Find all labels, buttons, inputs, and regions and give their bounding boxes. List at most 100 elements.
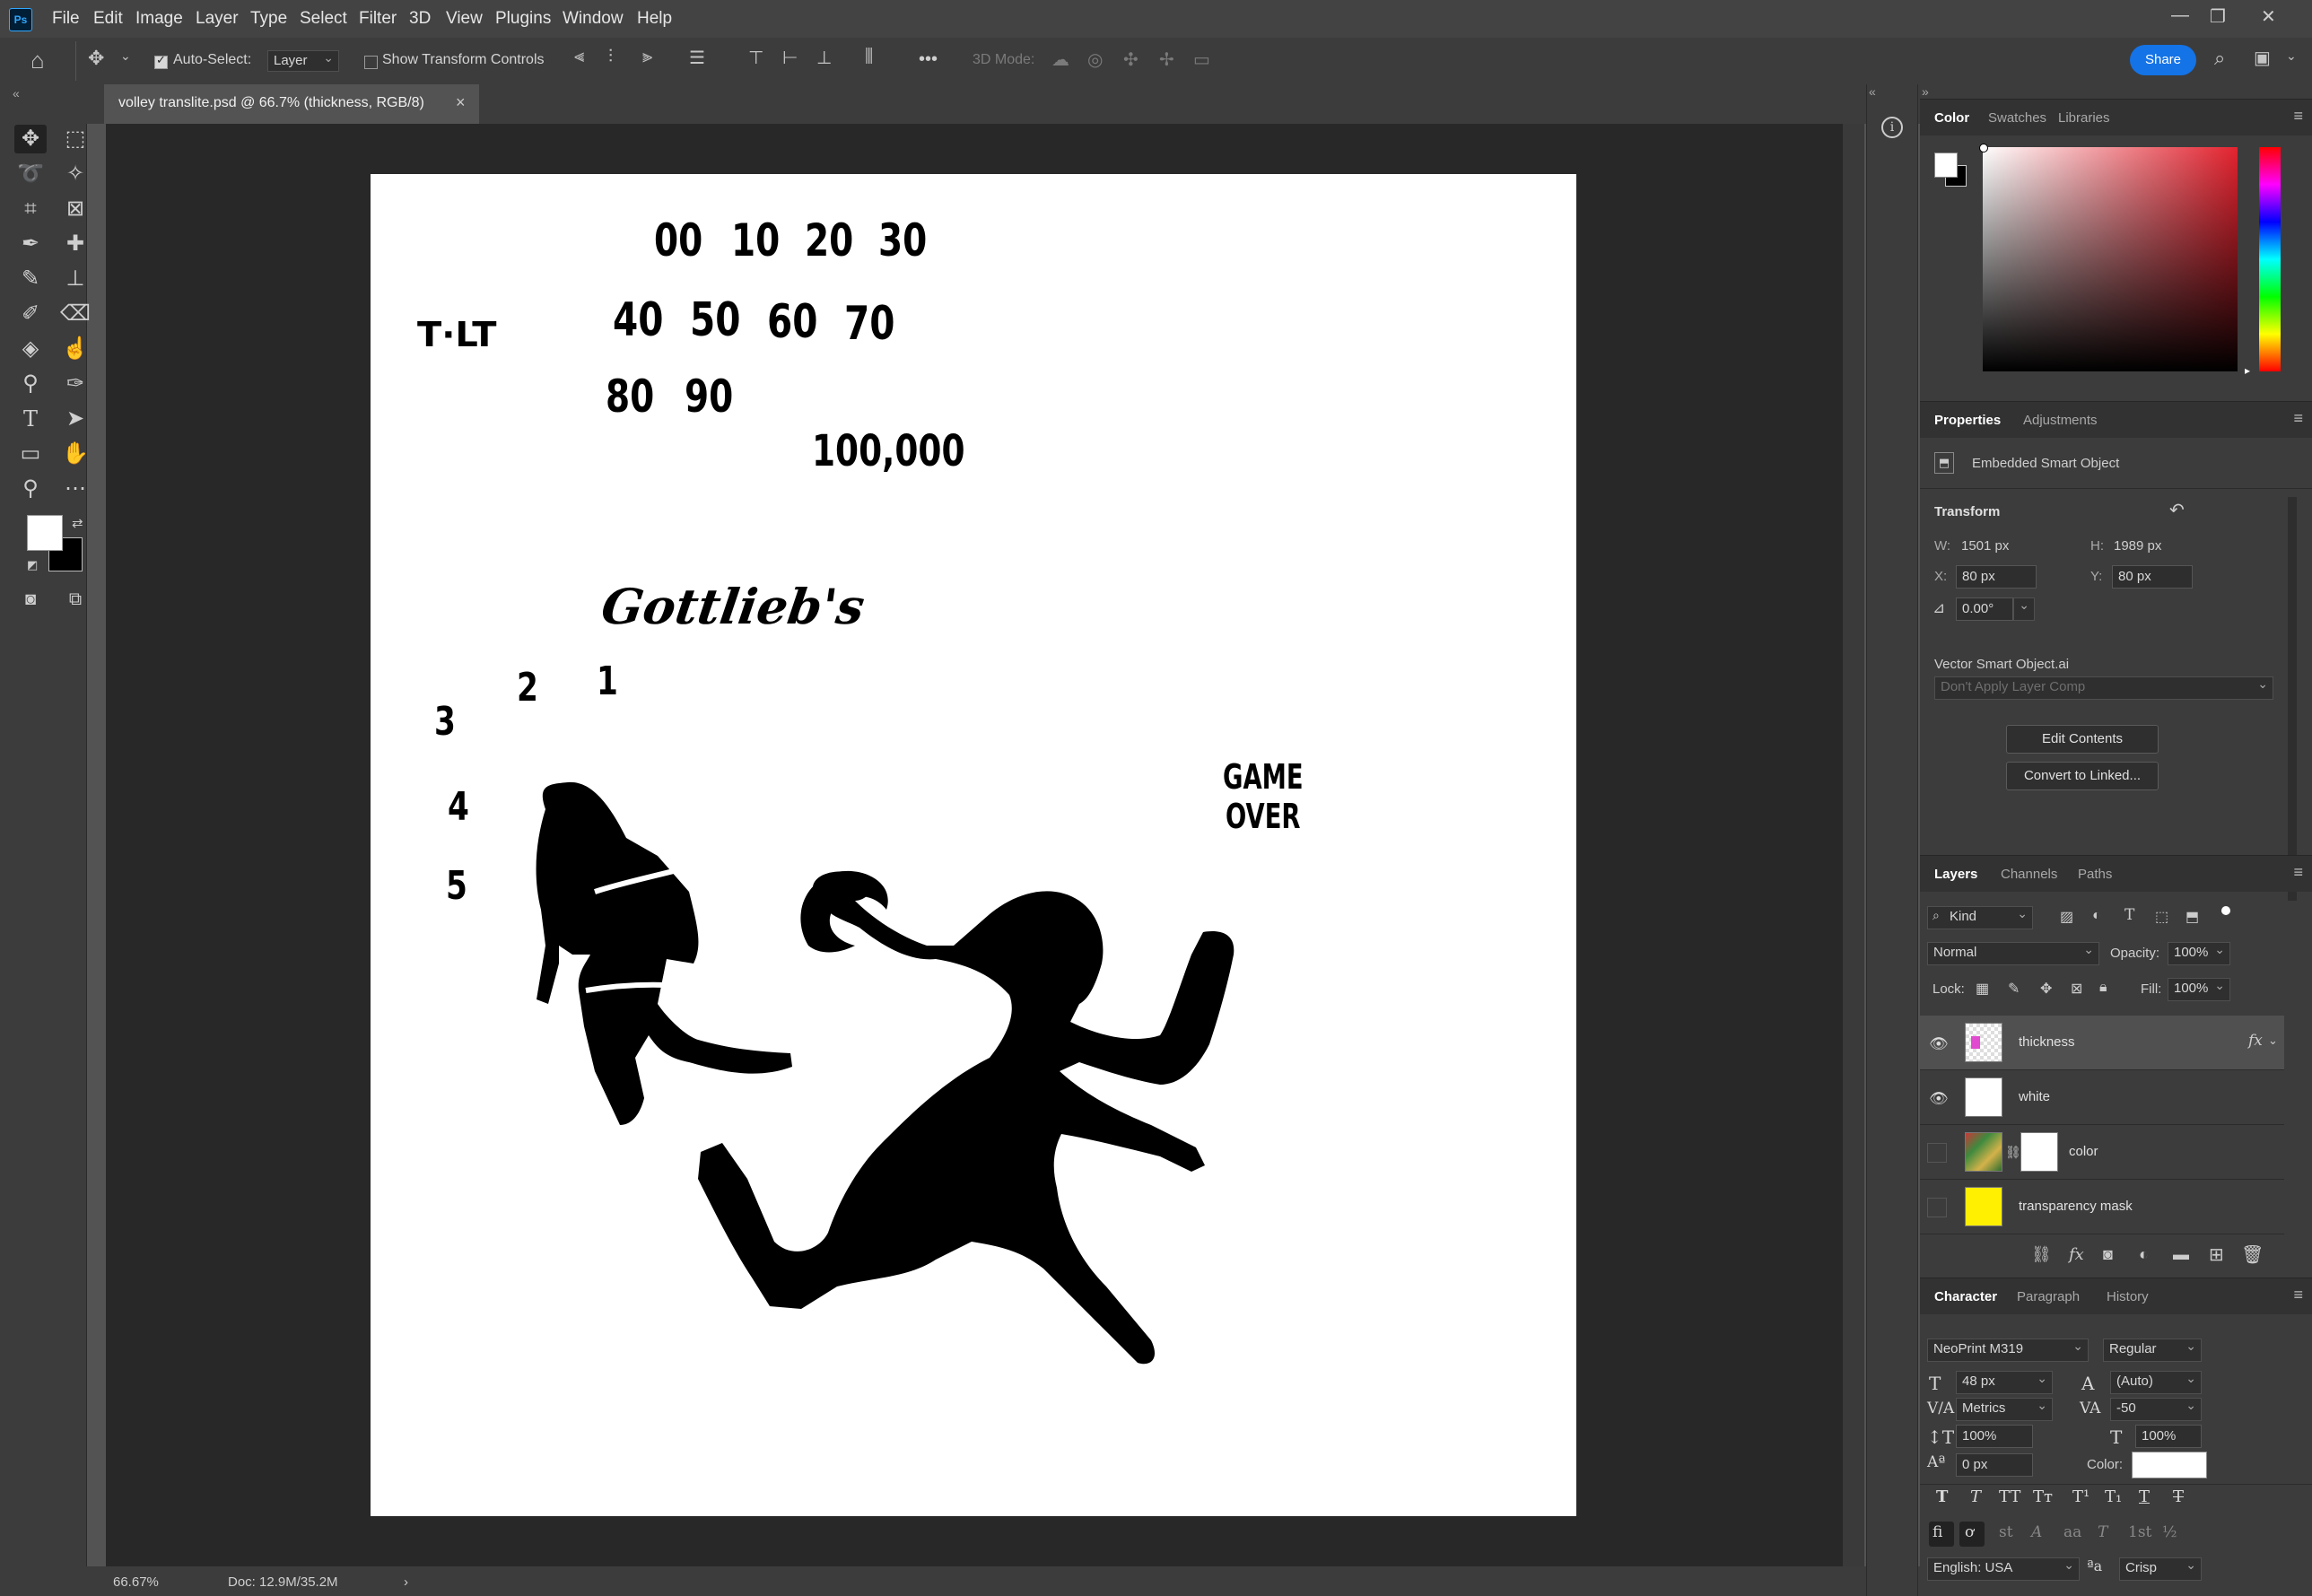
- layers-panel-menu-icon[interactable]: ≡: [2293, 863, 2303, 882]
- kerning-dropdown[interactable]: Metrics: [1956, 1395, 2053, 1421]
- collapse-panels-icon[interactable]: »: [1922, 84, 1929, 99]
- zoom-tool[interactable]: ⚲: [14, 475, 47, 503]
- rectangle-tool[interactable]: ▭: [14, 440, 47, 468]
- delete-layer-icon[interactable]: 🗑︎: [2241, 1243, 2264, 1266]
- tab-swatches[interactable]: Swatches: [1988, 110, 2046, 126]
- tab-channels[interactable]: Channels: [2001, 867, 2057, 882]
- menu-file[interactable]: File: [52, 9, 80, 29]
- chevron-down-icon[interactable]: ⌄: [120, 48, 131, 64]
- auto-select-target-dropdown[interactable]: Layer: [267, 48, 339, 72]
- strikethrough-button[interactable]: T: [2173, 1487, 2184, 1506]
- font-family-dropdown[interactable]: NeoPrint M319: [1927, 1336, 2089, 1362]
- layer-row[interactable]: 👁︎ thickness fx ⌄: [1920, 1016, 2284, 1070]
- visibility-toggle-off[interactable]: [1927, 1143, 1947, 1163]
- visibility-eye-icon[interactable]: 👁︎: [1929, 1090, 1949, 1108]
- layer-name[interactable]: thickness: [2019, 1034, 2075, 1050]
- default-colors-icon[interactable]: ◩: [27, 558, 38, 572]
- adjustment-layer-icon[interactable]: ◐: [2139, 1245, 2149, 1264]
- layer-name[interactable]: color: [2069, 1144, 2098, 1159]
- menu-layer[interactable]: Layer: [196, 9, 239, 29]
- small-caps-button[interactable]: Tт: [2033, 1487, 2053, 1506]
- magic-wand-tool[interactable]: ✧: [59, 160, 92, 188]
- expand-effects-icon[interactable]: ⌄: [2268, 1033, 2278, 1048]
- swap-colors-icon[interactable]: ⇄: [72, 515, 83, 531]
- layer-effects-icon[interactable]: fx: [2248, 1032, 2263, 1050]
- status-arrow-icon[interactable]: ›: [404, 1574, 408, 1590]
- new-group-icon[interactable]: ▬: [2173, 1245, 2189, 1264]
- all-caps-button[interactable]: TT: [1999, 1487, 2020, 1506]
- lock-pixels-icon[interactable]: ✎: [2008, 980, 2020, 998]
- collapse-toolbar-icon[interactable]: «: [13, 86, 20, 100]
- edit-toolbar-icon[interactable]: ⋯: [59, 475, 92, 503]
- visibility-toggle-off[interactable]: [1927, 1198, 1947, 1217]
- old-style-button[interactable]: ơ: [1965, 1523, 1974, 1541]
- eraser-tool[interactable]: ⌫: [59, 300, 92, 328]
- layer-row[interactable]: transparency mask: [1920, 1180, 2284, 1234]
- faux-italic-button[interactable]: T: [1970, 1487, 1981, 1506]
- hue-slider-handle[interactable]: ▸: [2245, 364, 2250, 377]
- frame-tool[interactable]: ⊠: [59, 195, 92, 223]
- add-mask-icon[interactable]: ◙: [2103, 1245, 2113, 1264]
- tab-paths[interactable]: Paths: [2078, 867, 2112, 882]
- y-input[interactable]: 80 px: [2112, 565, 2193, 589]
- layer-row[interactable]: ⛓︎ color: [1920, 1125, 2284, 1180]
- tab-properties[interactable]: Properties: [1934, 413, 2001, 428]
- path-selection-tool[interactable]: ➤: [59, 405, 92, 433]
- vertical-scale-input[interactable]: 100%: [1956, 1425, 2033, 1448]
- color-panel-menu-icon[interactable]: ≡: [2293, 107, 2303, 126]
- ordinals-button[interactable]: 1st: [2128, 1523, 2151, 1541]
- link-layers-icon[interactable]: ⛓︎: [2031, 1245, 2052, 1264]
- menu-image[interactable]: Image: [135, 9, 183, 29]
- color-field[interactable]: [1983, 147, 2238, 371]
- auto-select-checkbox[interactable]: [154, 53, 168, 69]
- align-left-icon[interactable]: ⫷: [574, 47, 584, 67]
- menu-view[interactable]: View: [446, 9, 483, 29]
- tab-history[interactable]: History: [2107, 1289, 2149, 1304]
- search-icon[interactable]: ⌕: [2214, 47, 2225, 70]
- filter-smart-object-icon[interactable]: ⬒: [2185, 908, 2199, 926]
- zoom-level[interactable]: 66.67%: [113, 1574, 159, 1590]
- eyedropper-tool[interactable]: ✒: [14, 230, 47, 258]
- tracking-dropdown[interactable]: -50: [2110, 1395, 2202, 1421]
- horizontal-scale-input[interactable]: 100%: [2135, 1425, 2202, 1448]
- smudge-tool[interactable]: ☝: [59, 335, 92, 363]
- filter-toggle-icon[interactable]: [2221, 906, 2230, 915]
- reset-transform-icon[interactable]: ↶: [2169, 499, 2185, 521]
- document-canvas[interactable]: 00 10 20 30 40 50 60 70 80 90 100,000 T·…: [371, 174, 1576, 1516]
- menu-select[interactable]: Select: [300, 9, 347, 29]
- lock-artboard-icon[interactable]: ⊠: [2071, 980, 2082, 998]
- tab-character[interactable]: Character: [1934, 1289, 1997, 1304]
- blend-mode-dropdown[interactable]: Normal: [1927, 939, 2099, 965]
- properties-scrollbar[interactable]: [2288, 497, 2297, 901]
- filter-pixel-icon[interactable]: ▨: [2060, 908, 2073, 926]
- stylistic-alternates-button[interactable]: aa: [2063, 1523, 2081, 1541]
- underline-button[interactable]: T: [2139, 1487, 2150, 1506]
- share-button[interactable]: Share: [2130, 45, 2196, 75]
- titling-button[interactable]: T: [2098, 1523, 2107, 1541]
- document-tab[interactable]: volley translite.psd @ 66.7% (thickness,…: [104, 84, 479, 124]
- app-logo[interactable]: Ps: [9, 8, 32, 31]
- canvas-scrollbar[interactable]: [1843, 124, 1864, 1566]
- expand-panels-icon[interactable]: «: [1869, 84, 1876, 99]
- leading-input[interactable]: (Auto): [2110, 1368, 2202, 1394]
- menu-help[interactable]: Help: [637, 9, 672, 29]
- opacity-input[interactable]: 100%: [2168, 939, 2230, 965]
- filter-type-icon[interactable]: T: [2124, 906, 2134, 924]
- history-brush-tool[interactable]: ✐: [14, 300, 47, 328]
- superscript-button[interactable]: T¹: [2072, 1487, 2090, 1506]
- edit-contents-button[interactable]: Edit Contents: [2006, 725, 2159, 754]
- show-transform-checkbox[interactable]: [364, 56, 378, 69]
- fill-input[interactable]: 100%: [2168, 975, 2230, 1001]
- x-input[interactable]: 80 px: [1956, 565, 2037, 589]
- align-center-icon[interactable]: ⫶: [608, 47, 613, 67]
- crop-tool[interactable]: ⌗: [14, 195, 47, 223]
- workspace-chevron-icon[interactable]: ⌄: [2286, 48, 2297, 64]
- type-tool[interactable]: T: [14, 405, 47, 433]
- layer-filter-dropdown[interactable]: Kind: [1927, 903, 2033, 929]
- discretionary-ligatures-button[interactable]: st: [1999, 1523, 2013, 1541]
- tab-color[interactable]: Color: [1934, 110, 1969, 126]
- filter-adjustment-icon[interactable]: ◐: [2092, 908, 2101, 924]
- align-middle-icon[interactable]: ⊢: [782, 47, 798, 69]
- marquee-tool[interactable]: ⬚: [59, 125, 92, 153]
- swash-button[interactable]: A: [2031, 1523, 2042, 1541]
